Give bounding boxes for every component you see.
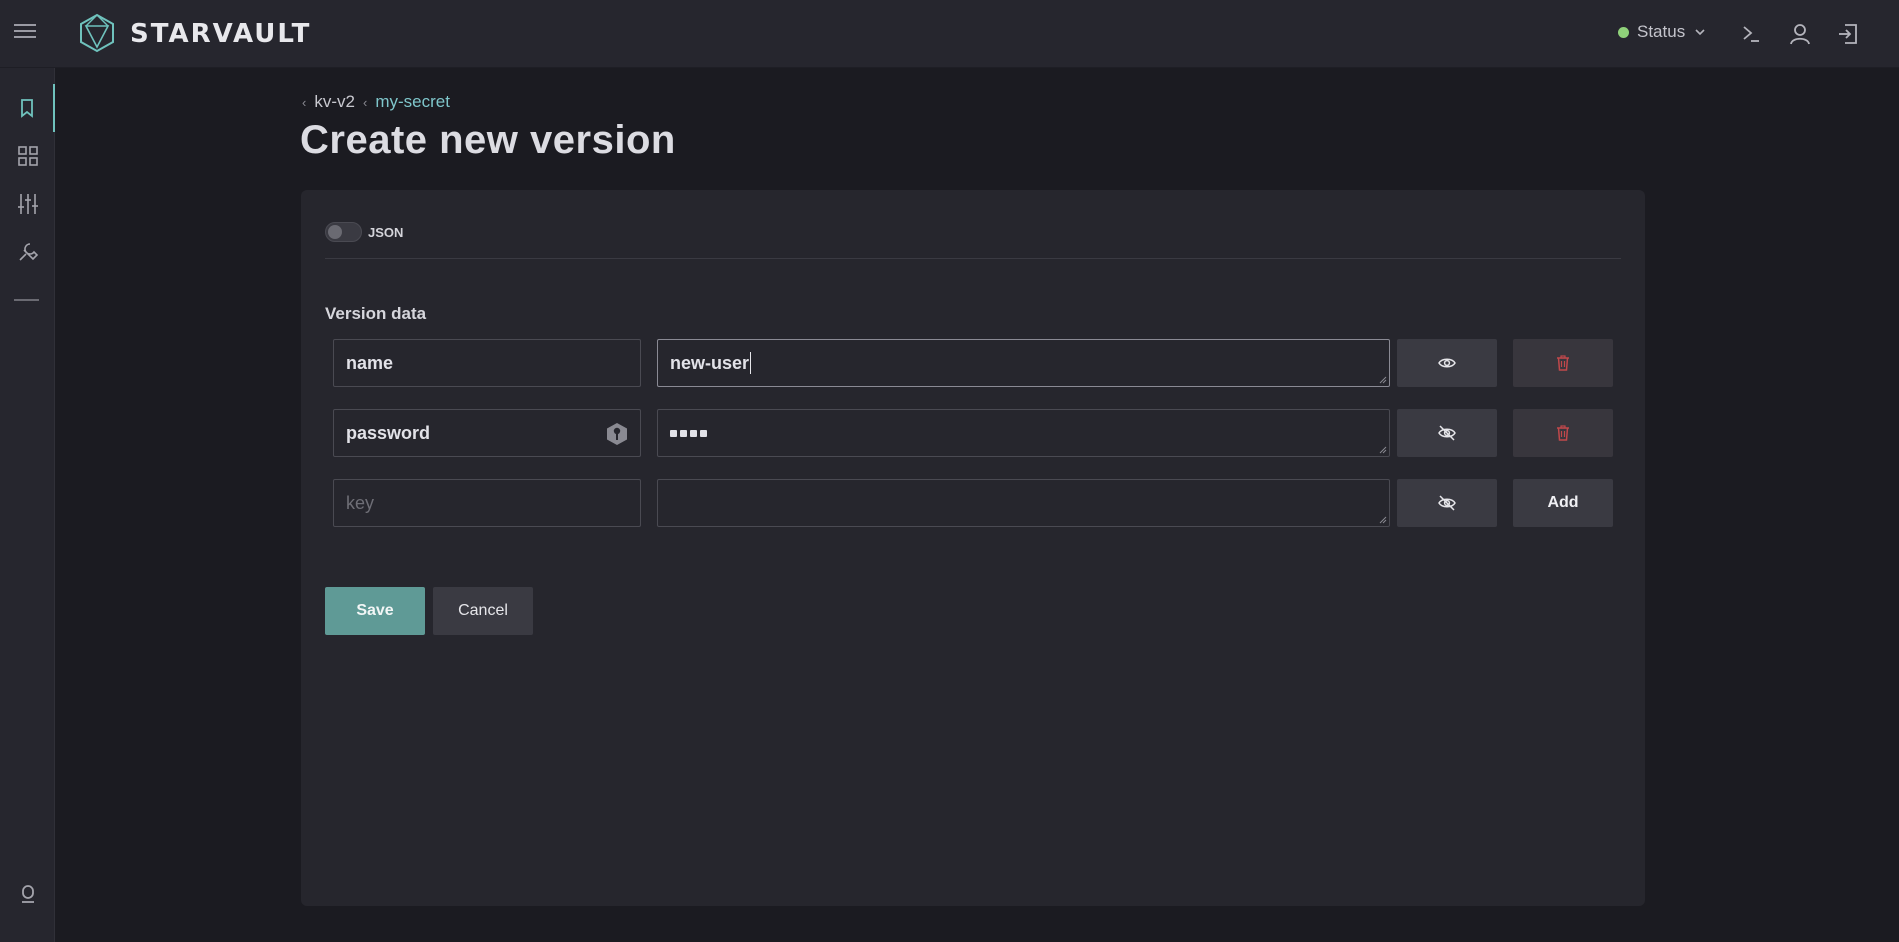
chevron-left-icon: ‹	[362, 94, 368, 110]
value-input[interactable]	[657, 409, 1390, 457]
new-key-placeholder: key	[346, 492, 375, 513]
sidebar-item-tools[interactable]	[0, 228, 55, 276]
sidebar	[0, 68, 55, 942]
json-toggle-row: JSON	[325, 222, 403, 242]
delete-row-button[interactable]	[1513, 409, 1613, 457]
brand-name: STARVAULT	[130, 19, 312, 49]
new-value-input[interactable]	[657, 479, 1390, 527]
key-input[interactable]: name	[333, 339, 641, 387]
version-form-card: JSON Version data name new-user password	[301, 190, 1645, 906]
eye-off-icon	[1438, 425, 1456, 441]
toggle-visibility-button[interactable]	[1397, 479, 1497, 527]
sidebar-item-dashboard[interactable]	[0, 132, 55, 180]
toggle-visibility-button[interactable]	[1397, 339, 1497, 387]
trash-icon	[1557, 355, 1569, 371]
user-icon[interactable]	[1787, 21, 1813, 47]
value-input-text: new-user	[670, 352, 750, 373]
masked-value	[670, 429, 707, 437]
sidebar-item-settings[interactable]	[0, 180, 55, 228]
wrench-icon	[18, 243, 38, 261]
divider	[325, 258, 1621, 259]
logout-icon[interactable]	[1835, 21, 1861, 47]
save-button[interactable]: Save	[325, 587, 425, 635]
menu-icon[interactable]	[14, 24, 38, 42]
minus-icon	[14, 299, 39, 301]
text-caret	[750, 352, 752, 374]
logo-icon	[80, 13, 114, 53]
add-row-button[interactable]: Add	[1513, 479, 1613, 527]
resize-handle-icon[interactable]	[1379, 446, 1387, 454]
json-toggle[interactable]	[325, 222, 362, 242]
status-label: Status	[1637, 22, 1686, 41]
eye-icon	[1438, 358, 1456, 368]
key-input-value: name	[346, 352, 394, 373]
chevron-down-icon	[1695, 29, 1705, 36]
breadcrumb: ‹ kv-v2 ‹ my-secret	[300, 92, 450, 112]
value-input[interactable]: new-user	[657, 339, 1390, 387]
eye-off-icon	[1438, 495, 1456, 511]
sliders-icon	[17, 194, 38, 214]
resize-handle-icon[interactable]	[1379, 376, 1387, 384]
chevron-left-icon: ‹	[302, 94, 307, 110]
bookmark-icon	[20, 99, 33, 118]
top-bar: STARVAULT Status	[0, 0, 1899, 68]
bulb-icon	[21, 885, 34, 903]
toggle-visibility-button[interactable]	[1397, 409, 1497, 457]
key-input-value: password	[346, 422, 431, 443]
key-icon[interactable]	[606, 422, 628, 446]
page-title: Create new version	[300, 118, 676, 162]
breadcrumb-my-secret[interactable]: my-secret	[375, 92, 450, 112]
json-toggle-label: JSON	[368, 224, 404, 240]
terminal-icon[interactable]	[1738, 21, 1764, 47]
section-label: Version data	[325, 304, 427, 323]
breadcrumb-kv-v2[interactable]: kv-v2	[314, 92, 355, 112]
delete-row-button[interactable]	[1513, 339, 1613, 387]
resize-handle-icon[interactable]	[1379, 516, 1387, 524]
sidebar-item-secrets[interactable]	[0, 84, 55, 132]
grid-icon	[17, 146, 38, 166]
key-input[interactable]: password	[333, 409, 641, 457]
sidebar-item-tips[interactable]	[0, 871, 55, 919]
trash-icon	[1557, 425, 1569, 441]
status-dropdown[interactable]: Status	[1618, 22, 1707, 42]
status-indicator	[1618, 26, 1629, 38]
new-key-input[interactable]: key	[333, 479, 641, 527]
cancel-button[interactable]: Cancel	[433, 587, 533, 635]
